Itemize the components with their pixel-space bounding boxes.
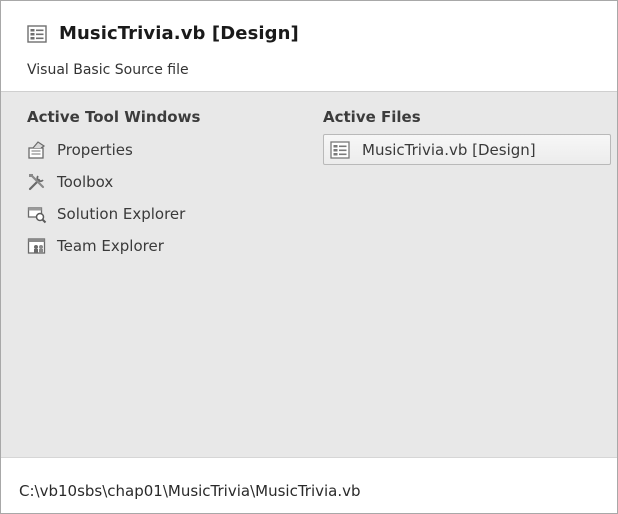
active-file-label: MusicTrivia.vb [Design] [362, 140, 536, 159]
tool-item-team-explorer[interactable]: Team Explorer [27, 230, 297, 262]
navigator-panel: Active Tool Windows Properties Toolbox S… [1, 92, 617, 457]
tool-item-label: Properties [57, 141, 133, 159]
file-path: C:\vb10sbs\chap01\MusicTrivia\MusicTrivi… [19, 482, 361, 500]
tool-item-label: Team Explorer [57, 237, 164, 255]
tool-item-solution-explorer[interactable]: Solution Explorer [27, 198, 297, 230]
active-files-heading: Active Files [323, 108, 421, 126]
active-tool-windows-heading: Active Tool Windows [27, 108, 201, 126]
designer-form-icon [27, 24, 47, 44]
properties-icon [27, 140, 47, 160]
toolbox-icon [27, 172, 47, 192]
footer: C:\vb10sbs\chap01\MusicTrivia\MusicTrivi… [1, 457, 617, 513]
tool-item-properties[interactable]: Properties [27, 134, 297, 166]
file-type-label: Visual Basic Source file [27, 62, 189, 78]
header: MusicTrivia.vb [Design] Visual Basic Sou… [1, 1, 617, 92]
tool-item-label: Solution Explorer [57, 205, 186, 223]
tool-item-label: Toolbox [57, 173, 114, 191]
active-files-column: Active Files MusicTrivia.vb [Design] [323, 108, 611, 165]
solution-explorer-icon [27, 204, 47, 224]
team-explorer-icon [27, 236, 47, 256]
active-tool-windows-column: Active Tool Windows Properties Toolbox S… [27, 108, 297, 262]
ide-navigator-window: MusicTrivia.vb [Design] Visual Basic Sou… [0, 0, 618, 514]
page-title: MusicTrivia.vb [Design] [59, 23, 299, 44]
active-file-item[interactable]: MusicTrivia.vb [Design] [323, 134, 611, 165]
tool-item-toolbox[interactable]: Toolbox [27, 166, 297, 198]
designer-form-icon [330, 140, 350, 160]
title-row: MusicTrivia.vb [Design] [27, 23, 299, 44]
